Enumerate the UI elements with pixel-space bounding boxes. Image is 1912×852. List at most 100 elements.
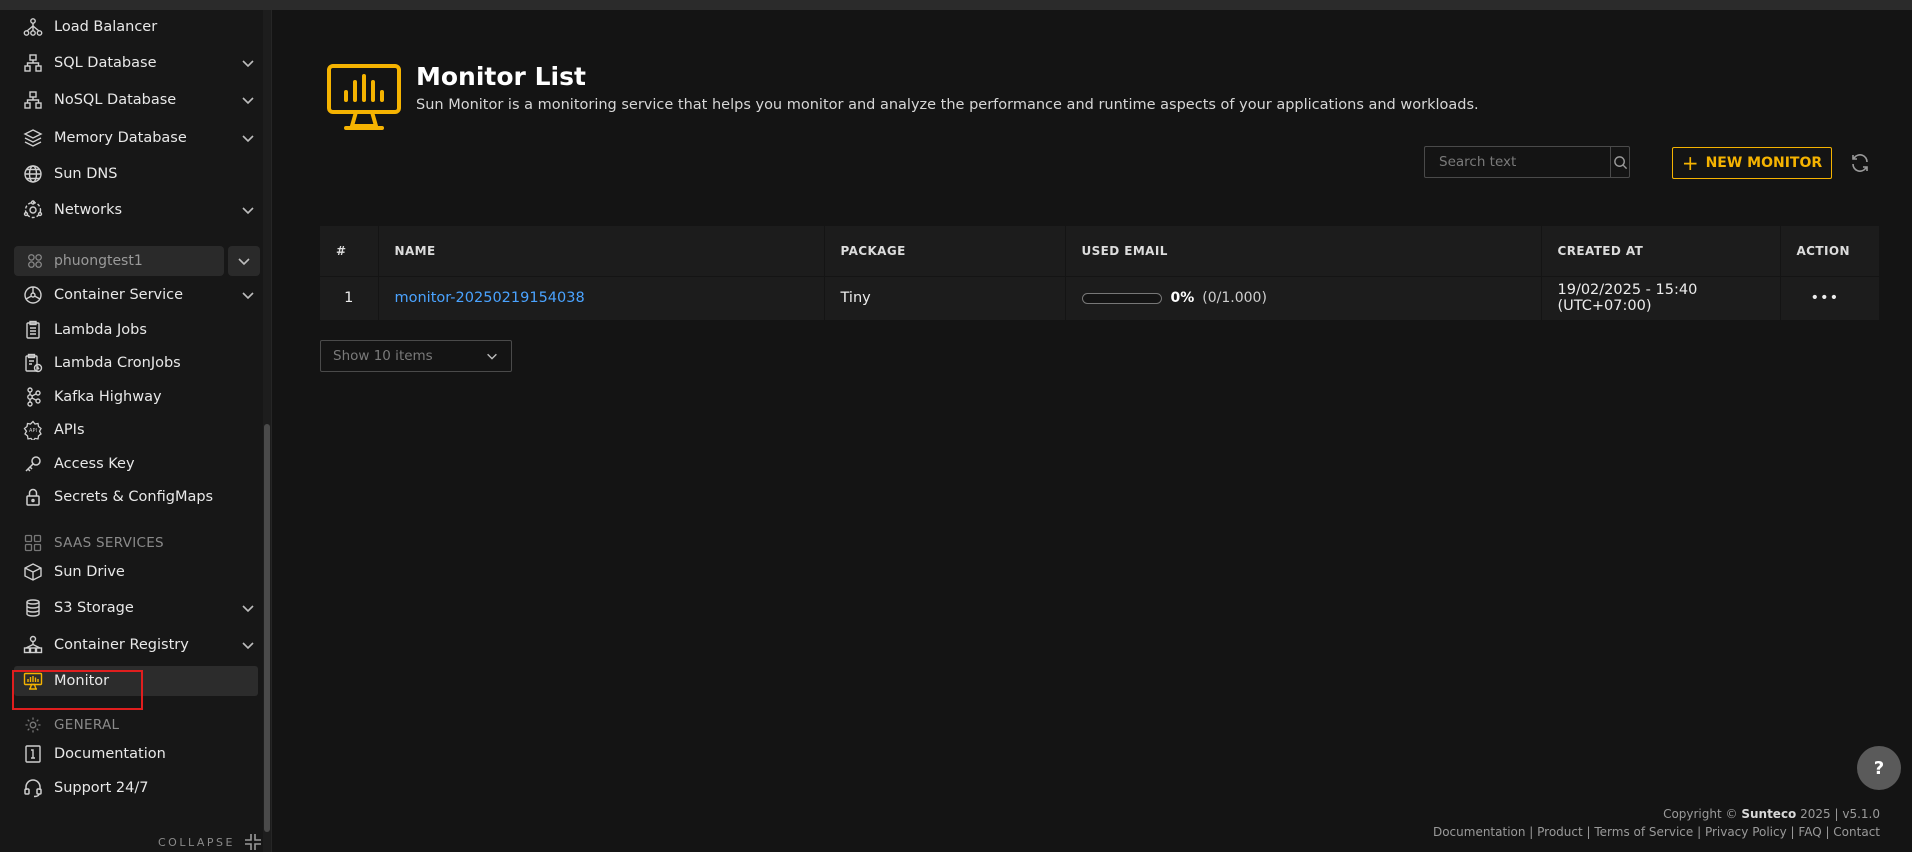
sidebar-item-lambda-jobs[interactable]: Lambda Jobs bbox=[22, 315, 260, 345]
highlight-box bbox=[12, 670, 143, 710]
row-name-cell: monitor-20250219154038 bbox=[378, 276, 825, 320]
sidebar-item-load-balancer[interactable]: Load Balancer bbox=[22, 12, 260, 42]
page-description: Sun Monitor is a monitoring service that… bbox=[416, 97, 1479, 113]
page-size-select[interactable]: Show 10 items bbox=[320, 340, 512, 372]
sidebar-item-sun-dns[interactable]: Sun DNS bbox=[22, 159, 260, 189]
api-gear-icon: API bbox=[22, 419, 44, 441]
page-title: Monitor List bbox=[416, 62, 586, 91]
copyright-suffix: 2025 | v5.1.0 bbox=[1800, 807, 1880, 821]
row-index: 1 bbox=[320, 276, 379, 320]
project-selector[interactable]: phuongtest1 bbox=[14, 246, 224, 276]
chevron-down-icon[interactable] bbox=[240, 55, 256, 71]
sidebar-item-secrets-configmaps[interactable]: Secrets & ConfigMaps bbox=[22, 482, 260, 512]
footer-links[interactable]: Documentation | Product | Terms of Servi… bbox=[1433, 825, 1880, 839]
sidebar-item-sql-database[interactable]: SQL Database bbox=[22, 48, 260, 78]
usage-count: (0/1.000) bbox=[1202, 290, 1267, 307]
project-name: phuongtest1 bbox=[54, 253, 143, 269]
sidebar-item-label: Lambda CronJobs bbox=[54, 355, 181, 371]
container-service-icon bbox=[22, 284, 44, 306]
box-icon bbox=[22, 561, 44, 583]
section-general: GENERAL bbox=[22, 714, 119, 736]
sidebar-item-documentation[interactable]: Documentation bbox=[22, 739, 260, 769]
monitor-name-link[interactable]: monitor-20250219154038 bbox=[395, 290, 585, 306]
sidebar-item-nosql-database[interactable]: NoSQL Database bbox=[22, 85, 260, 115]
sidebar-item-label: Networks bbox=[54, 202, 123, 218]
sidebar-item-access-key[interactable]: Access Key bbox=[22, 449, 260, 479]
chevron-down-icon[interactable] bbox=[240, 130, 256, 146]
search-button[interactable] bbox=[1610, 147, 1629, 177]
sidebar-item-label: Access Key bbox=[54, 456, 135, 472]
copyright: Copyright © Sunteco 2025 | v5.1.0 bbox=[1663, 807, 1880, 821]
copyright-brand: Sunteco bbox=[1741, 807, 1797, 821]
sidebar-item-lambda-cronjobs[interactable]: Lambda CronJobs bbox=[22, 348, 260, 378]
sidebar-item-label: APIs bbox=[54, 422, 85, 438]
section-saas-services: SAAS SERVICES bbox=[22, 532, 164, 554]
sidebar-item-apis[interactable]: API APIs bbox=[22, 415, 260, 445]
globe-icon bbox=[22, 163, 44, 185]
network-icon bbox=[22, 199, 44, 221]
storage-icon bbox=[22, 597, 44, 619]
sidebar-item-networks[interactable]: Networks bbox=[22, 195, 260, 225]
sidebar-item-label: S3 Storage bbox=[54, 600, 134, 616]
lock-icon bbox=[22, 486, 44, 508]
plus-icon: + bbox=[1681, 151, 1699, 175]
column-header-name: NAME bbox=[378, 226, 825, 277]
chevron-down-icon[interactable] bbox=[240, 287, 256, 303]
collapse-button[interactable]: COLLAPSE bbox=[158, 832, 263, 852]
svg-text:API: API bbox=[29, 428, 37, 434]
column-header-action: ACTION bbox=[1780, 226, 1880, 277]
sidebar-item-memory-database[interactable]: Memory Database bbox=[22, 123, 260, 153]
sidebar-item-label: Container Registry bbox=[54, 637, 189, 653]
row-created-at: 19/02/2025 - 15:40 (UTC+07:00) bbox=[1541, 276, 1781, 320]
sidebar-item-s3-storage[interactable]: S3 Storage bbox=[22, 593, 260, 623]
sidebar-item-label: Secrets & ConfigMaps bbox=[54, 489, 214, 505]
document-icon bbox=[22, 743, 44, 765]
table-header-row: # NAME PACKAGE USED EMAIL CREATED AT ACT… bbox=[320, 226, 1880, 277]
chevron-down-icon[interactable] bbox=[240, 600, 256, 616]
collapse-label: COLLAPSE bbox=[158, 835, 235, 849]
chevron-down-icon[interactable] bbox=[240, 202, 256, 218]
search-input[interactable] bbox=[1425, 147, 1610, 177]
table-row: 1 monitor-20250219154038 Tiny 0% (0/1.00… bbox=[320, 276, 1880, 320]
sidebar-item-label: Memory Database bbox=[54, 130, 187, 146]
nosql-database-icon bbox=[22, 89, 44, 111]
sidebar-item-label: Kafka Highway bbox=[54, 389, 162, 405]
chevron-down-icon[interactable] bbox=[240, 637, 256, 653]
chevron-down-icon bbox=[487, 353, 497, 360]
sidebar-item-label: Load Balancer bbox=[54, 19, 158, 35]
usage-percent: 0% bbox=[1170, 290, 1195, 307]
sidebar-item-sun-drive[interactable]: Sun Drive bbox=[22, 557, 260, 587]
new-monitor-button[interactable]: + NEW MONITOR bbox=[1672, 147, 1832, 179]
sidebar: Load Balancer SQL Database NoSQL Databas… bbox=[0, 10, 272, 852]
chevron-down-icon[interactable] bbox=[240, 92, 256, 108]
registry-icon bbox=[22, 634, 44, 656]
new-monitor-label: NEW MONITOR bbox=[1705, 155, 1823, 171]
column-header-created-at: CREATED AT bbox=[1541, 226, 1781, 277]
help-button[interactable]: ? bbox=[1857, 746, 1901, 790]
chevron-down-icon bbox=[238, 258, 250, 266]
sidebar-item-container-service[interactable]: Container Service bbox=[22, 280, 260, 310]
project-icon bbox=[28, 254, 42, 268]
column-header-used-email: USED EMAIL bbox=[1065, 226, 1542, 277]
refresh-icon[interactable] bbox=[1848, 151, 1872, 175]
key-icon bbox=[22, 453, 44, 475]
collapse-icon bbox=[244, 834, 261, 850]
sidebar-scrollbar[interactable] bbox=[263, 10, 271, 852]
usage-progress-bar bbox=[1081, 292, 1162, 304]
kafka-icon bbox=[22, 386, 44, 408]
headset-icon bbox=[22, 777, 44, 799]
copyright-prefix: Copyright © bbox=[1663, 807, 1738, 821]
row-action-menu-button[interactable]: ••• bbox=[1780, 276, 1880, 320]
scrollbar-thumb[interactable] bbox=[264, 424, 270, 832]
clipboard-clock-icon bbox=[22, 352, 44, 374]
sidebar-item-label: Support 24/7 bbox=[54, 780, 149, 796]
sidebar-item-support[interactable]: Support 24/7 bbox=[22, 773, 260, 803]
sidebar-item-kafka-highway[interactable]: Kafka Highway bbox=[22, 382, 260, 412]
monitor-table: # NAME PACKAGE USED EMAIL CREATED AT ACT… bbox=[320, 226, 1880, 320]
sidebar-item-label: Container Service bbox=[54, 287, 184, 303]
project-dropdown-button[interactable] bbox=[228, 246, 260, 276]
sidebar-item-container-registry[interactable]: Container Registry bbox=[22, 630, 260, 660]
load-balancer-icon bbox=[22, 16, 44, 38]
row-used-email: 0% (0/1.000) bbox=[1065, 276, 1542, 320]
gear-icon bbox=[22, 714, 44, 736]
